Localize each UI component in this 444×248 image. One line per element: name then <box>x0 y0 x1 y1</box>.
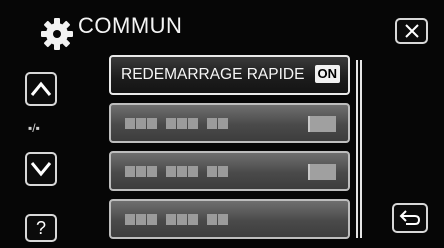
scroll-down-button[interactable] <box>25 152 57 186</box>
status-badge: ON <box>314 65 340 83</box>
value-placeholder <box>308 116 336 132</box>
close-button[interactable] <box>395 18 428 44</box>
gear-icon <box>41 18 73 50</box>
menu-item-quick-restart[interactable]: REDEMARRAGE RAPIDE ON <box>109 55 350 95</box>
chevron-down-icon <box>30 162 52 177</box>
menu-screen: COMMUN ▪/▪ ? REDEMARRAGE RAPIDE ON <box>0 0 444 248</box>
help-button[interactable]: ? <box>25 214 57 242</box>
page-title: COMMUN <box>78 13 183 38</box>
menu-item-disabled[interactable] <box>109 199 350 239</box>
close-icon <box>404 24 419 38</box>
back-button[interactable] <box>392 203 428 233</box>
menu-item-disabled[interactable] <box>109 151 350 191</box>
menu-item-disabled[interactable] <box>109 103 350 143</box>
page-indicator: ▪/▪ <box>28 121 40 135</box>
help-label: ? <box>35 217 46 238</box>
value-placeholder <box>308 164 336 180</box>
chevron-up-icon <box>30 81 52 96</box>
menu-item-label: REDEMARRAGE RAPIDE <box>121 66 305 83</box>
hidden-label-placeholder <box>125 117 229 129</box>
hidden-label-placeholder <box>125 213 229 225</box>
hidden-label-placeholder <box>125 165 229 177</box>
return-arrow-icon <box>399 210 421 225</box>
scroll-up-button[interactable] <box>25 72 57 106</box>
scrollbar[interactable] <box>356 60 362 238</box>
